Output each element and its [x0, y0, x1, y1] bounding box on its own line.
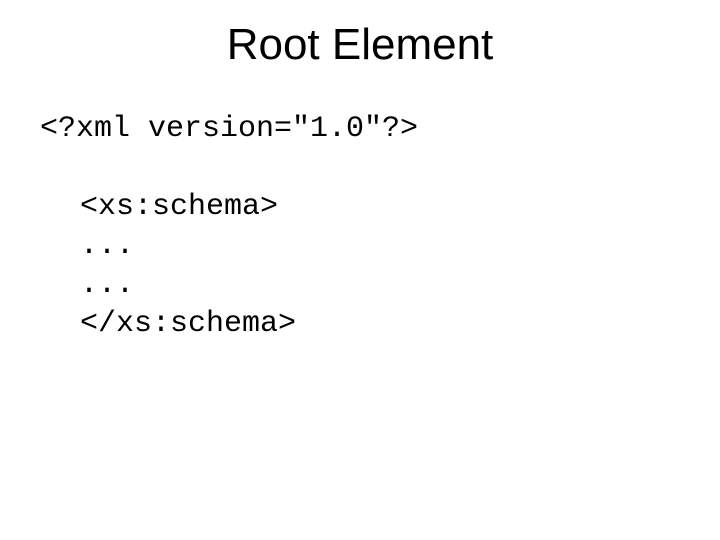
code-line-schema-close: </xs:schema> [40, 305, 680, 344]
code-line-schema-open: <xs:schema> [40, 188, 680, 227]
code-line-ellipsis-1: ... [40, 227, 680, 266]
slide-container: Root Element <?xml version="1.0"?> <xs:s… [0, 0, 720, 540]
code-line-ellipsis-2: ... [40, 266, 680, 305]
code-line-xml-declaration: <?xml version="1.0"?> [40, 110, 680, 149]
code-line-blank [40, 149, 680, 188]
page-title: Root Element [40, 20, 680, 70]
code-block: <?xml version="1.0"?> <xs:schema> ... ..… [40, 110, 680, 344]
